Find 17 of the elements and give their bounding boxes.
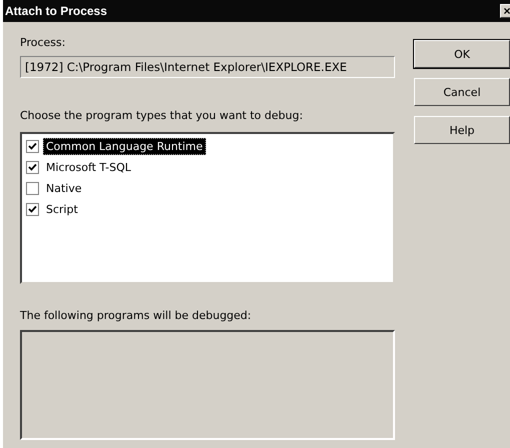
dialog-button[interactable]: Cancel [414, 78, 510, 106]
checkbox[interactable] [26, 161, 39, 174]
dialog-button[interactable]: Help [414, 116, 510, 144]
process-field[interactable]: [1972] C:\Program Files\Internet Explorer\IEXPLORE.EXE [20, 56, 395, 78]
debugged-label: The following programs will be debugged: [20, 309, 252, 322]
program-type-item[interactable]: Common Language Runtime [43, 138, 206, 155]
checkbox[interactable] [26, 203, 39, 216]
window-title: Attach to Process [5, 4, 108, 18]
close-button[interactable]: × [500, 4, 510, 18]
program-type-item[interactable]: Microsoft T-SQL [43, 159, 134, 176]
program-types-label: Choose the program types that you want to debug: [20, 109, 304, 122]
program-type-item[interactable]: Script [43, 201, 81, 218]
process-label: Process: [20, 36, 66, 49]
program-type-item[interactable]: Native [43, 180, 85, 197]
dialog-button[interactable]: OK [414, 40, 510, 68]
checkbox[interactable] [26, 182, 39, 195]
checkbox[interactable] [26, 140, 39, 153]
